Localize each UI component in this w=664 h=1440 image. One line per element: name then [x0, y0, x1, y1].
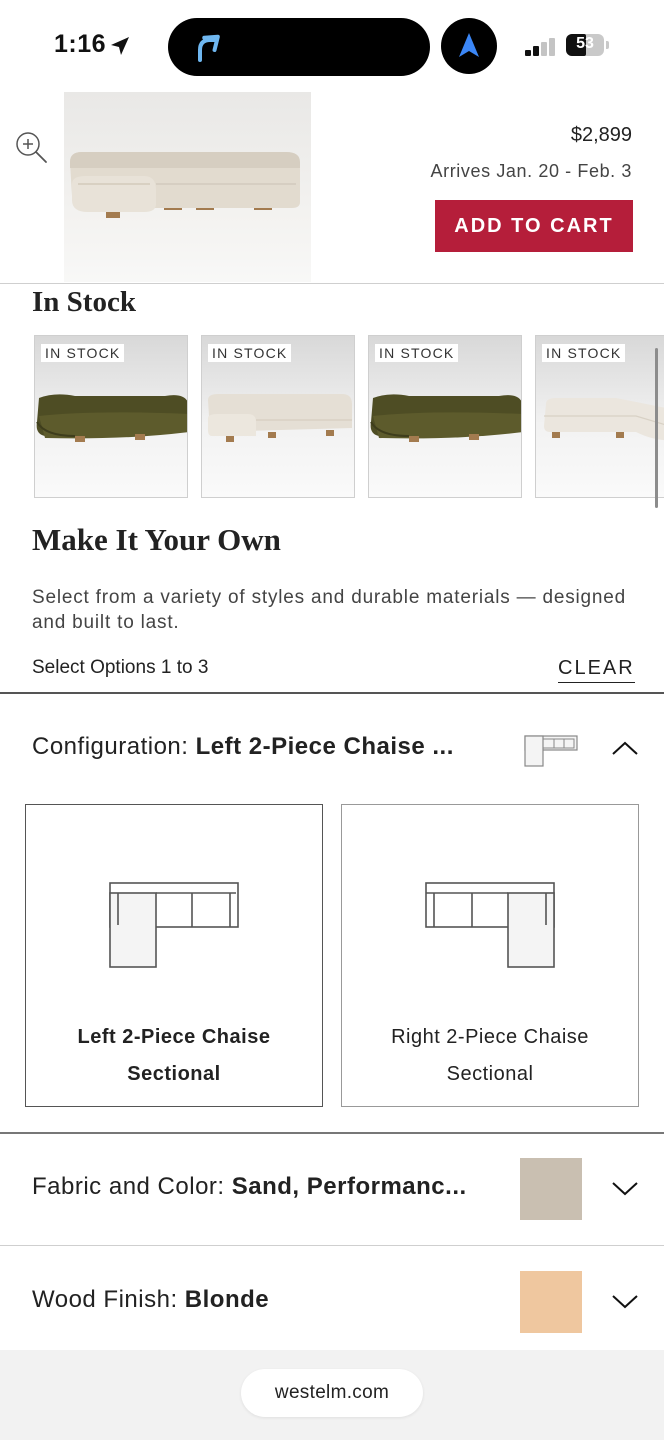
- navigation-arrow-icon: [459, 33, 479, 57]
- product-price: $2,899: [570, 124, 632, 146]
- browser-url-bar: westelm.com: [0, 1350, 664, 1440]
- zoom-in-icon[interactable]: [14, 130, 48, 164]
- fabric-swatch[interactable]: [520, 1158, 582, 1220]
- fabric-label: Fabric and Color:: [32, 1173, 225, 1200]
- battery-percent: 53: [576, 35, 594, 52]
- configuration-label: Configuration:: [32, 733, 189, 760]
- in-stock-card[interactable]: IN STOCK: [201, 335, 355, 498]
- wood-finish-header[interactable]: Wood Finish: Blonde: [32, 1286, 269, 1314]
- status-time: 1:16: [54, 30, 107, 58]
- divider: [0, 692, 664, 694]
- navigation-indicator[interactable]: [441, 18, 497, 74]
- in-stock-card[interactable]: IN STOCK: [535, 335, 664, 498]
- left-chaise-diagram-icon: [109, 882, 239, 968]
- configuration-thumbnail-icon: [524, 735, 578, 767]
- right-chaise-diagram-icon: [425, 882, 555, 968]
- configuration-header[interactable]: Configuration: Left 2-Piece Chaise ...: [32, 733, 454, 761]
- make-it-your-own-heading: Make It Your Own: [32, 522, 281, 557]
- add-to-cart-button[interactable]: ADD TO CART: [435, 200, 633, 252]
- url-field[interactable]: westelm.com: [241, 1369, 423, 1417]
- config-option-left-chaise[interactable]: Left 2-Piece Chaise Sectional: [25, 804, 323, 1107]
- configuration-value: Left 2-Piece Chaise ...: [195, 733, 454, 760]
- sofa-image: [70, 152, 300, 218]
- product-image[interactable]: [64, 92, 311, 282]
- divider: [0, 1245, 664, 1246]
- config-option-label: Right 2-Piece Chaise Sectional: [391, 1026, 589, 1085]
- config-option-right-chaise[interactable]: Right 2-Piece Chaise Sectional: [341, 804, 639, 1107]
- in-stock-badge: IN STOCK: [542, 344, 626, 362]
- fabric-header[interactable]: Fabric and Color: Sand, Performanc...: [32, 1173, 467, 1201]
- chevron-down-icon[interactable]: [611, 1294, 639, 1310]
- wood-finish-label: Wood Finish:: [32, 1286, 178, 1313]
- scrollbar[interactable]: [655, 348, 658, 508]
- in-stock-card[interactable]: IN STOCK: [34, 335, 188, 498]
- config-option-label: Left 2-Piece Chaise Sectional: [77, 1026, 271, 1085]
- chevron-down-icon[interactable]: [611, 1181, 639, 1197]
- chevron-up-icon[interactable]: [611, 740, 639, 756]
- location-arrow-icon: [111, 37, 129, 55]
- fabric-value: Sand, Performanc...: [231, 1173, 467, 1200]
- in-stock-heading: In Stock: [32, 286, 136, 318]
- make-it-your-own-description: Select from a variety of styles and dura…: [32, 587, 627, 633]
- battery-tip: [606, 41, 609, 49]
- in-stock-badge: IN STOCK: [375, 344, 459, 362]
- in-stock-badge: IN STOCK: [41, 344, 125, 362]
- divider: [0, 283, 664, 284]
- wood-swatch[interactable]: [520, 1271, 582, 1333]
- select-options-label: Select Options 1 to 3: [32, 657, 209, 678]
- status-bar: 1:16 53: [0, 0, 664, 90]
- cellular-signal-icon: [525, 36, 559, 56]
- clear-button[interactable]: CLEAR: [558, 657, 635, 683]
- divider: [0, 1132, 664, 1134]
- wood-finish-value: Blonde: [184, 1286, 270, 1313]
- battery-icon: 53: [566, 34, 604, 56]
- in-stock-badge: IN STOCK: [208, 344, 292, 362]
- in-stock-card[interactable]: IN STOCK: [368, 335, 522, 498]
- delivery-estimate: Arrives Jan. 20 - Feb. 3: [430, 161, 632, 181]
- turn-arrow-icon: [198, 34, 220, 62]
